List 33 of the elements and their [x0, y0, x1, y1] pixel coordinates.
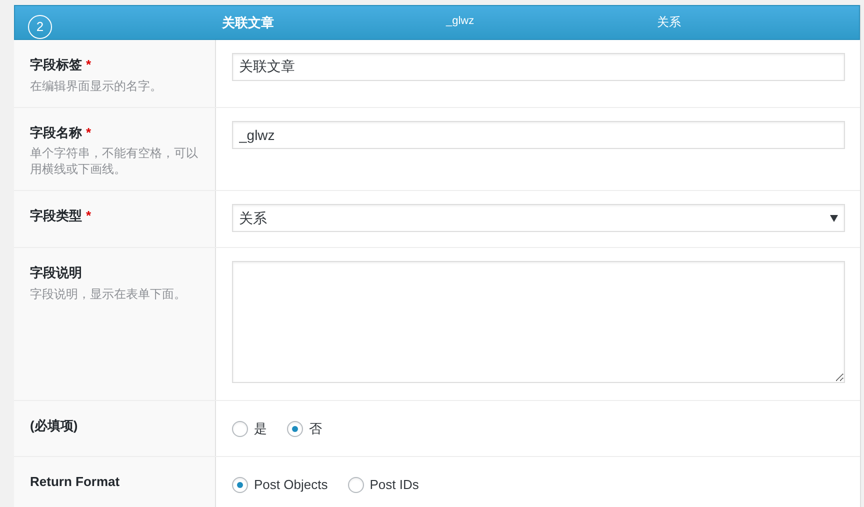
required-mark: * — [86, 124, 92, 142]
field-label: 字段类型 — [30, 207, 82, 225]
field-label: 字段标签 — [30, 56, 82, 74]
field-label: 字段说明 — [30, 264, 82, 282]
radio-option[interactable]: Post IDs — [348, 475, 419, 494]
radio-option[interactable]: Post Objects — [232, 475, 328, 494]
radio-button[interactable] — [348, 476, 364, 493]
text-field[interactable]: _glwz — [232, 120, 845, 148]
field-hint: 在编辑界面显示的名字。 — [30, 78, 163, 94]
field-hint: 字段说明，显示在表单下面。 — [30, 286, 187, 302]
order-number: 2 — [28, 15, 52, 39]
header-name: _glwz — [446, 14, 476, 29]
header-type: 关系 — [657, 14, 681, 31]
radio-button[interactable] — [232, 420, 248, 437]
field-label: (必填项) — [30, 417, 78, 435]
field-hint: 单个字符串，不能有空格，可以用横线或下画线。 — [30, 145, 199, 177]
radio-option[interactable]: 是 — [232, 419, 267, 438]
required-mark: * — [86, 56, 92, 74]
radio-label: 是 — [254, 420, 267, 438]
radio-button[interactable] — [287, 420, 303, 437]
radio-button[interactable] — [232, 476, 248, 493]
required-mark: * — [86, 207, 92, 225]
field-label: Return Format — [30, 473, 120, 491]
radio-label: Post IDs — [370, 476, 419, 494]
caret-icon — [830, 214, 838, 222]
radio-label: 否 — [309, 420, 322, 438]
textarea-field[interactable] — [232, 261, 845, 383]
header-label: 关联文章 — [222, 14, 275, 32]
field-label: 字段名称 — [30, 124, 82, 142]
select-field[interactable]: 关系 — [232, 204, 845, 232]
radio-option[interactable]: 否 — [287, 419, 322, 438]
text-field[interactable]: 关联文章 — [232, 53, 845, 81]
radio-label: Post Objects — [254, 476, 328, 494]
